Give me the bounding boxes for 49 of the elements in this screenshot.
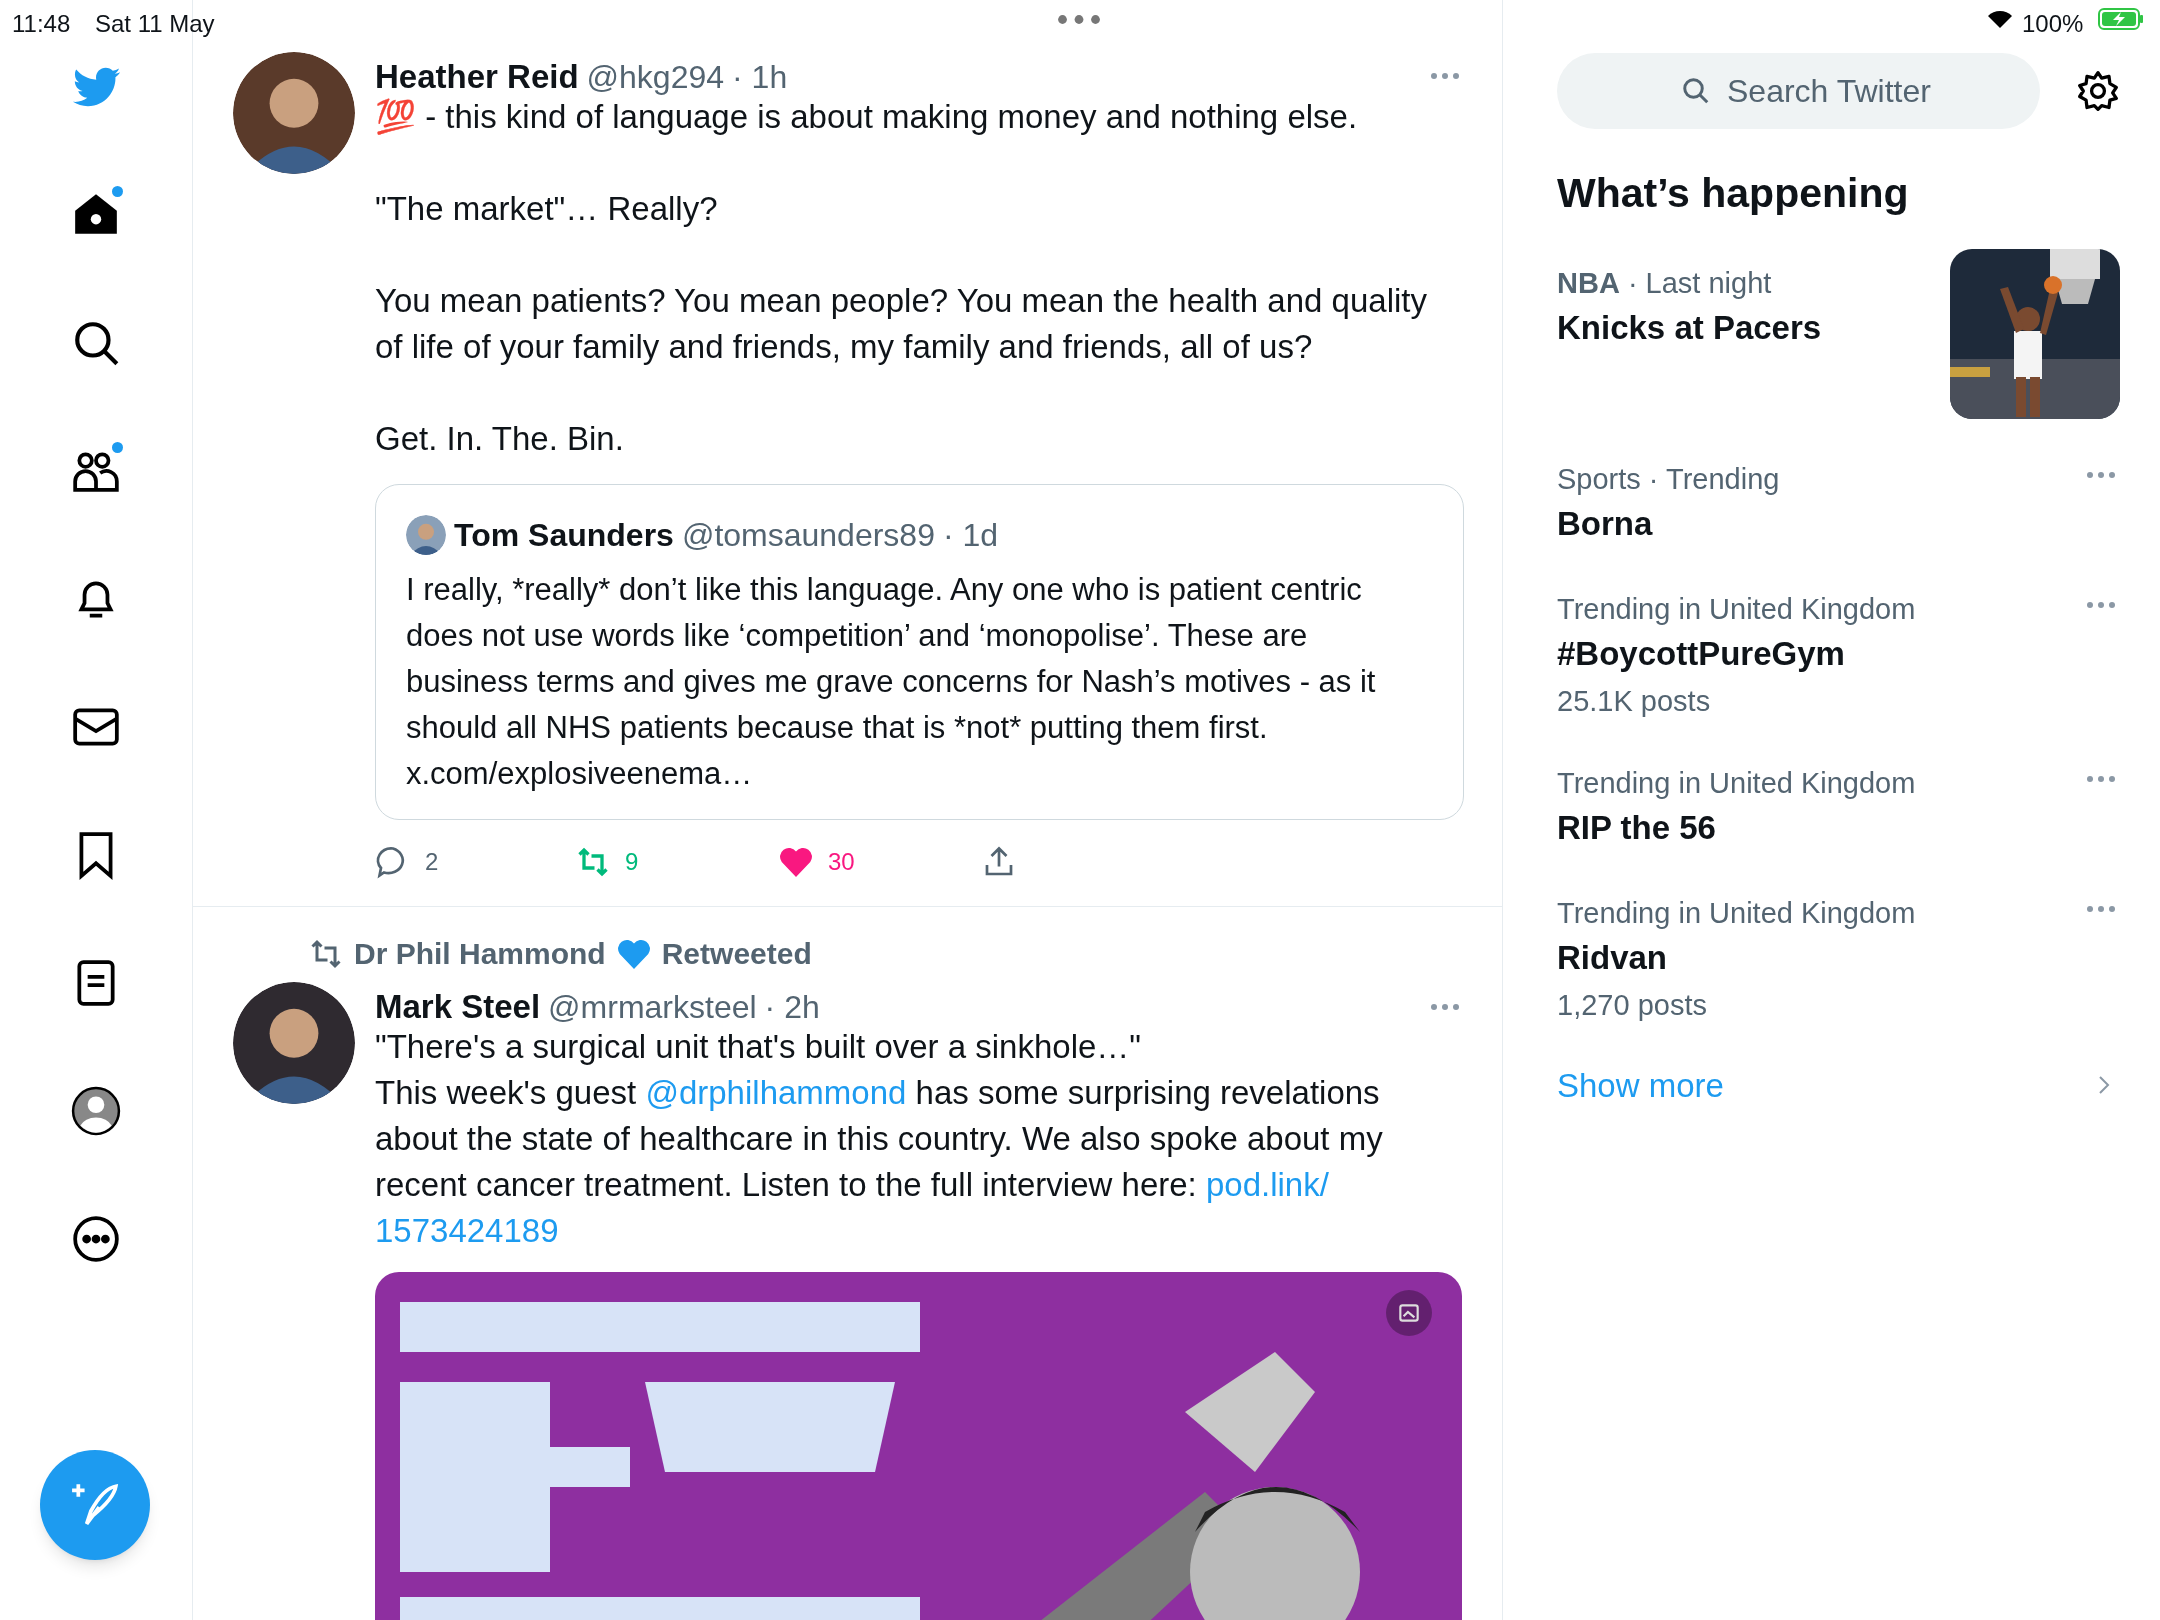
quoted-text: I really, *really* don’t like this language. Any one who is patient centric does not use words like ‘competition’ and ‘monopolise’. These are business terms and gives me grave concerns for Nash’s motives - as it should all NHS patients because that is *not* putting them first. x.com/explosiveenema… bbox=[406, 571, 1377, 793]
chevron-icon bbox=[2098, 1075, 2110, 1096]
post-count: 25.1K posts bbox=[1557, 683, 1712, 719]
trend-title: Borna bbox=[1557, 503, 1654, 544]
battery-icon bbox=[2098, 8, 2144, 30]
tweet-text: "The market"… Really? bbox=[375, 189, 719, 229]
trend-title: #BoycottPureGym bbox=[1557, 633, 1846, 674]
multitasking-icon[interactable] bbox=[1057, 14, 1101, 25]
tweet-text: Get. In. The. Bin. bbox=[375, 419, 625, 459]
status-date: Sat 11 May bbox=[95, 9, 215, 39]
tweet-text: You mean patients? You mean people? You mean the health and quality of life of your family and friends, my family and friends, all of us? bbox=[375, 281, 1428, 367]
author-handle: @tomsaunders89 bbox=[681, 516, 935, 555]
tweet-time: · 1h bbox=[732, 58, 788, 97]
post-count: 1,270 posts bbox=[1557, 987, 1708, 1023]
trend-item[interactable]: Sports · Trending Borna bbox=[1557, 458, 2120, 549]
trend-item[interactable]: Trending in United Kingdom RIP the 56 bbox=[1557, 762, 2120, 853]
tweet-text: 💯 - this kind of language is about making money and nothing else. bbox=[375, 97, 1359, 137]
trend-context: Trending in United Kingdom bbox=[1557, 591, 1917, 627]
battery-percent: 100% bbox=[2022, 9, 2084, 39]
trend-title: RIP the 56 bbox=[1557, 807, 1717, 848]
status-time: 11:48 bbox=[12, 9, 71, 39]
tweet-text: This week's guest @drphilhammond has some surprising revelations about the state of healthcare in this country. We also spoke about my recent cancer treatment. Listen to the full interview here: pod.link/ 1573424189 bbox=[375, 1073, 1384, 1251]
settings-icon[interactable] bbox=[2076, 69, 2120, 113]
more-icon[interactable] bbox=[71, 1214, 121, 1264]
section-heading: What’s happening bbox=[1557, 169, 1910, 218]
author-handle: @hkg294 bbox=[586, 58, 725, 97]
image-badge-icon bbox=[1386, 1290, 1432, 1336]
trend-title: Knicks at Pacers bbox=[1557, 307, 1823, 348]
trend-item[interactable]: NBA · Last night Knicks at Pacers bbox=[1557, 248, 2120, 419]
like-button[interactable]: 30 bbox=[778, 844, 981, 880]
trend-title: Ridvan bbox=[1557, 937, 1669, 978]
search-field[interactable]: Search Twitter bbox=[1557, 53, 2040, 129]
author-name: Tom Saunders bbox=[454, 516, 674, 555]
avatar bbox=[406, 515, 446, 555]
profile-icon[interactable] bbox=[71, 1086, 121, 1136]
search-icon bbox=[1681, 76, 1711, 106]
trend-item[interactable]: Trending in United Kingdom #BoycottPureGym 25.1K posts bbox=[1557, 588, 2120, 723]
quoted-tweet-card[interactable] bbox=[375, 484, 1464, 820]
tweet-time: · 2h bbox=[764, 988, 820, 1027]
trend-context: NBA · Last night bbox=[1557, 265, 1773, 301]
tweet-time: · 1d bbox=[942, 516, 999, 555]
author-handle: @mrmarksteel bbox=[548, 988, 757, 1027]
trend-context: Sports · Trending bbox=[1557, 461, 1781, 497]
retweeter-name: Dr Phil Hammond bbox=[354, 936, 606, 972]
trend-context: Trending in United Kingdom bbox=[1557, 765, 1917, 801]
reply-button[interactable]: 2 bbox=[375, 844, 575, 880]
retweet-label: Retweeted bbox=[661, 936, 812, 972]
trend-context: Trending in United Kingdom bbox=[1557, 895, 1917, 931]
trend-item[interactable]: Trending in United Kingdom Ridvan 1,270 posts bbox=[1557, 892, 2120, 1027]
